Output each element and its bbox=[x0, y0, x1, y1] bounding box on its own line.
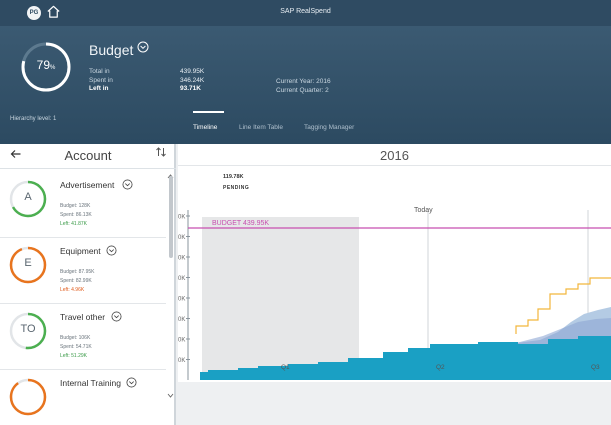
footer-strip bbox=[178, 382, 611, 425]
y-tick-label: 0K bbox=[178, 235, 185, 241]
chevron-down-icon[interactable] bbox=[122, 179, 133, 190]
app-title: SAP RealSpend bbox=[280, 8, 331, 15]
total-value: 439.95K bbox=[180, 68, 205, 75]
percent-suffix: % bbox=[50, 65, 56, 71]
chevron-down-icon[interactable] bbox=[111, 311, 122, 322]
spent-value: 346.24K bbox=[180, 76, 205, 84]
period-info: Current Year: 2016 Current Quarter: 2 bbox=[276, 78, 331, 95]
budget-percent: 79% bbox=[20, 58, 72, 72]
chevron-down-icon[interactable] bbox=[126, 377, 137, 388]
account-initial: A bbox=[24, 191, 32, 203]
account-budget: Budget: 128K bbox=[60, 203, 91, 209]
hierarchy-level: Hierarchy level: 1 bbox=[10, 116, 57, 122]
tab-line-item-table[interactable]: Line Item Table bbox=[239, 124, 283, 131]
shell-bar: PG SAP RealSpend bbox=[0, 0, 611, 26]
account-item[interactable]: E Equipment Budget: 87.95K Spent: 82.99K… bbox=[0, 238, 166, 304]
chevron-down-icon[interactable] bbox=[137, 41, 149, 53]
account-left: Left: 4.96K bbox=[60, 287, 85, 293]
account-budget: Budget: 87.95K bbox=[60, 269, 95, 275]
pending-value: 119.78K bbox=[223, 174, 244, 180]
account-name: Internal Training bbox=[60, 378, 121, 388]
y-tick-label: 0K bbox=[178, 297, 185, 303]
account-name: Equipment bbox=[60, 246, 101, 256]
kpi-labels: Total in Spent in Left in bbox=[89, 68, 113, 94]
accounts-panel: Account A Advertisement Budget: 128K Spe… bbox=[0, 144, 176, 425]
left-value: 93.71K bbox=[180, 85, 201, 92]
budget-percent-value: 79 bbox=[36, 58, 50, 72]
account-item[interactable]: A Advertisement Budget: 128K Spent: 86.1… bbox=[0, 172, 166, 238]
y-tick-label: 0K bbox=[178, 317, 185, 323]
panel-title: Account bbox=[64, 148, 112, 163]
y-tick-label: 0K bbox=[178, 256, 185, 262]
quarter-label: Q3 bbox=[591, 364, 600, 371]
budget-title: Budget bbox=[89, 42, 134, 58]
account-budget: Budget: 106K bbox=[60, 335, 91, 341]
pending-label: PENDING bbox=[223, 185, 250, 191]
kpi-values: 439.95K 346.24K 93.71K bbox=[180, 68, 204, 94]
account-spent: Spent: 54.71K bbox=[60, 344, 92, 350]
account-name: Travel other bbox=[60, 312, 106, 322]
y-tick-label: 0K bbox=[178, 276, 185, 282]
y-tick-label: 0K bbox=[178, 338, 185, 344]
left-label: Left in bbox=[89, 85, 109, 92]
account-initial: TO bbox=[20, 323, 36, 335]
tab-timeline[interactable]: Timeline bbox=[193, 124, 217, 131]
panel-divider bbox=[0, 168, 176, 169]
active-tab-indicator bbox=[193, 111, 224, 113]
y-tick-label: 0K bbox=[178, 215, 185, 221]
today-label: Today bbox=[414, 207, 433, 214]
account-spent: Spent: 86.13K bbox=[60, 212, 92, 218]
sort-icon[interactable] bbox=[155, 146, 167, 158]
account-spent: Spent: 82.99K bbox=[60, 278, 92, 284]
account-left: Left: 51.29K bbox=[60, 353, 87, 359]
account-progress-ring bbox=[9, 378, 47, 416]
current-year: Current Year: 2016 bbox=[276, 78, 331, 85]
account-item[interactable]: Internal Training bbox=[0, 370, 166, 425]
total-label: Total in bbox=[89, 68, 110, 75]
spent-label: Spent in bbox=[89, 76, 113, 84]
budget-header: 79% Budget Total in Spent in Left in 439… bbox=[0, 26, 611, 144]
y-tick-label: 0K bbox=[178, 358, 185, 364]
current-quarter: Current Quarter: 2 bbox=[276, 86, 329, 94]
account-name: Advertisement bbox=[60, 180, 115, 190]
chevron-down-icon[interactable] bbox=[106, 245, 117, 256]
past-period-shade bbox=[202, 217, 359, 379]
quarter-label: Q1 bbox=[281, 364, 290, 371]
budget-line-label: BUDGET 439.95K bbox=[212, 220, 269, 227]
quarter-label: Q2 bbox=[436, 364, 445, 371]
account-initial: E bbox=[24, 257, 32, 269]
timeline-panel: 2016 0K 0K 0K 0K 0K 0K 0K 0K BUDGET 439.95K Q1 Q… bbox=[178, 144, 611, 382]
account-left: Left: 41.87K bbox=[60, 221, 87, 227]
tab-tagging-manager[interactable]: Tagging Manager bbox=[304, 124, 354, 131]
scroll-thumb[interactable] bbox=[169, 176, 173, 258]
account-item[interactable]: TO Travel other Budget: 106K Spent: 54.7… bbox=[0, 304, 166, 370]
